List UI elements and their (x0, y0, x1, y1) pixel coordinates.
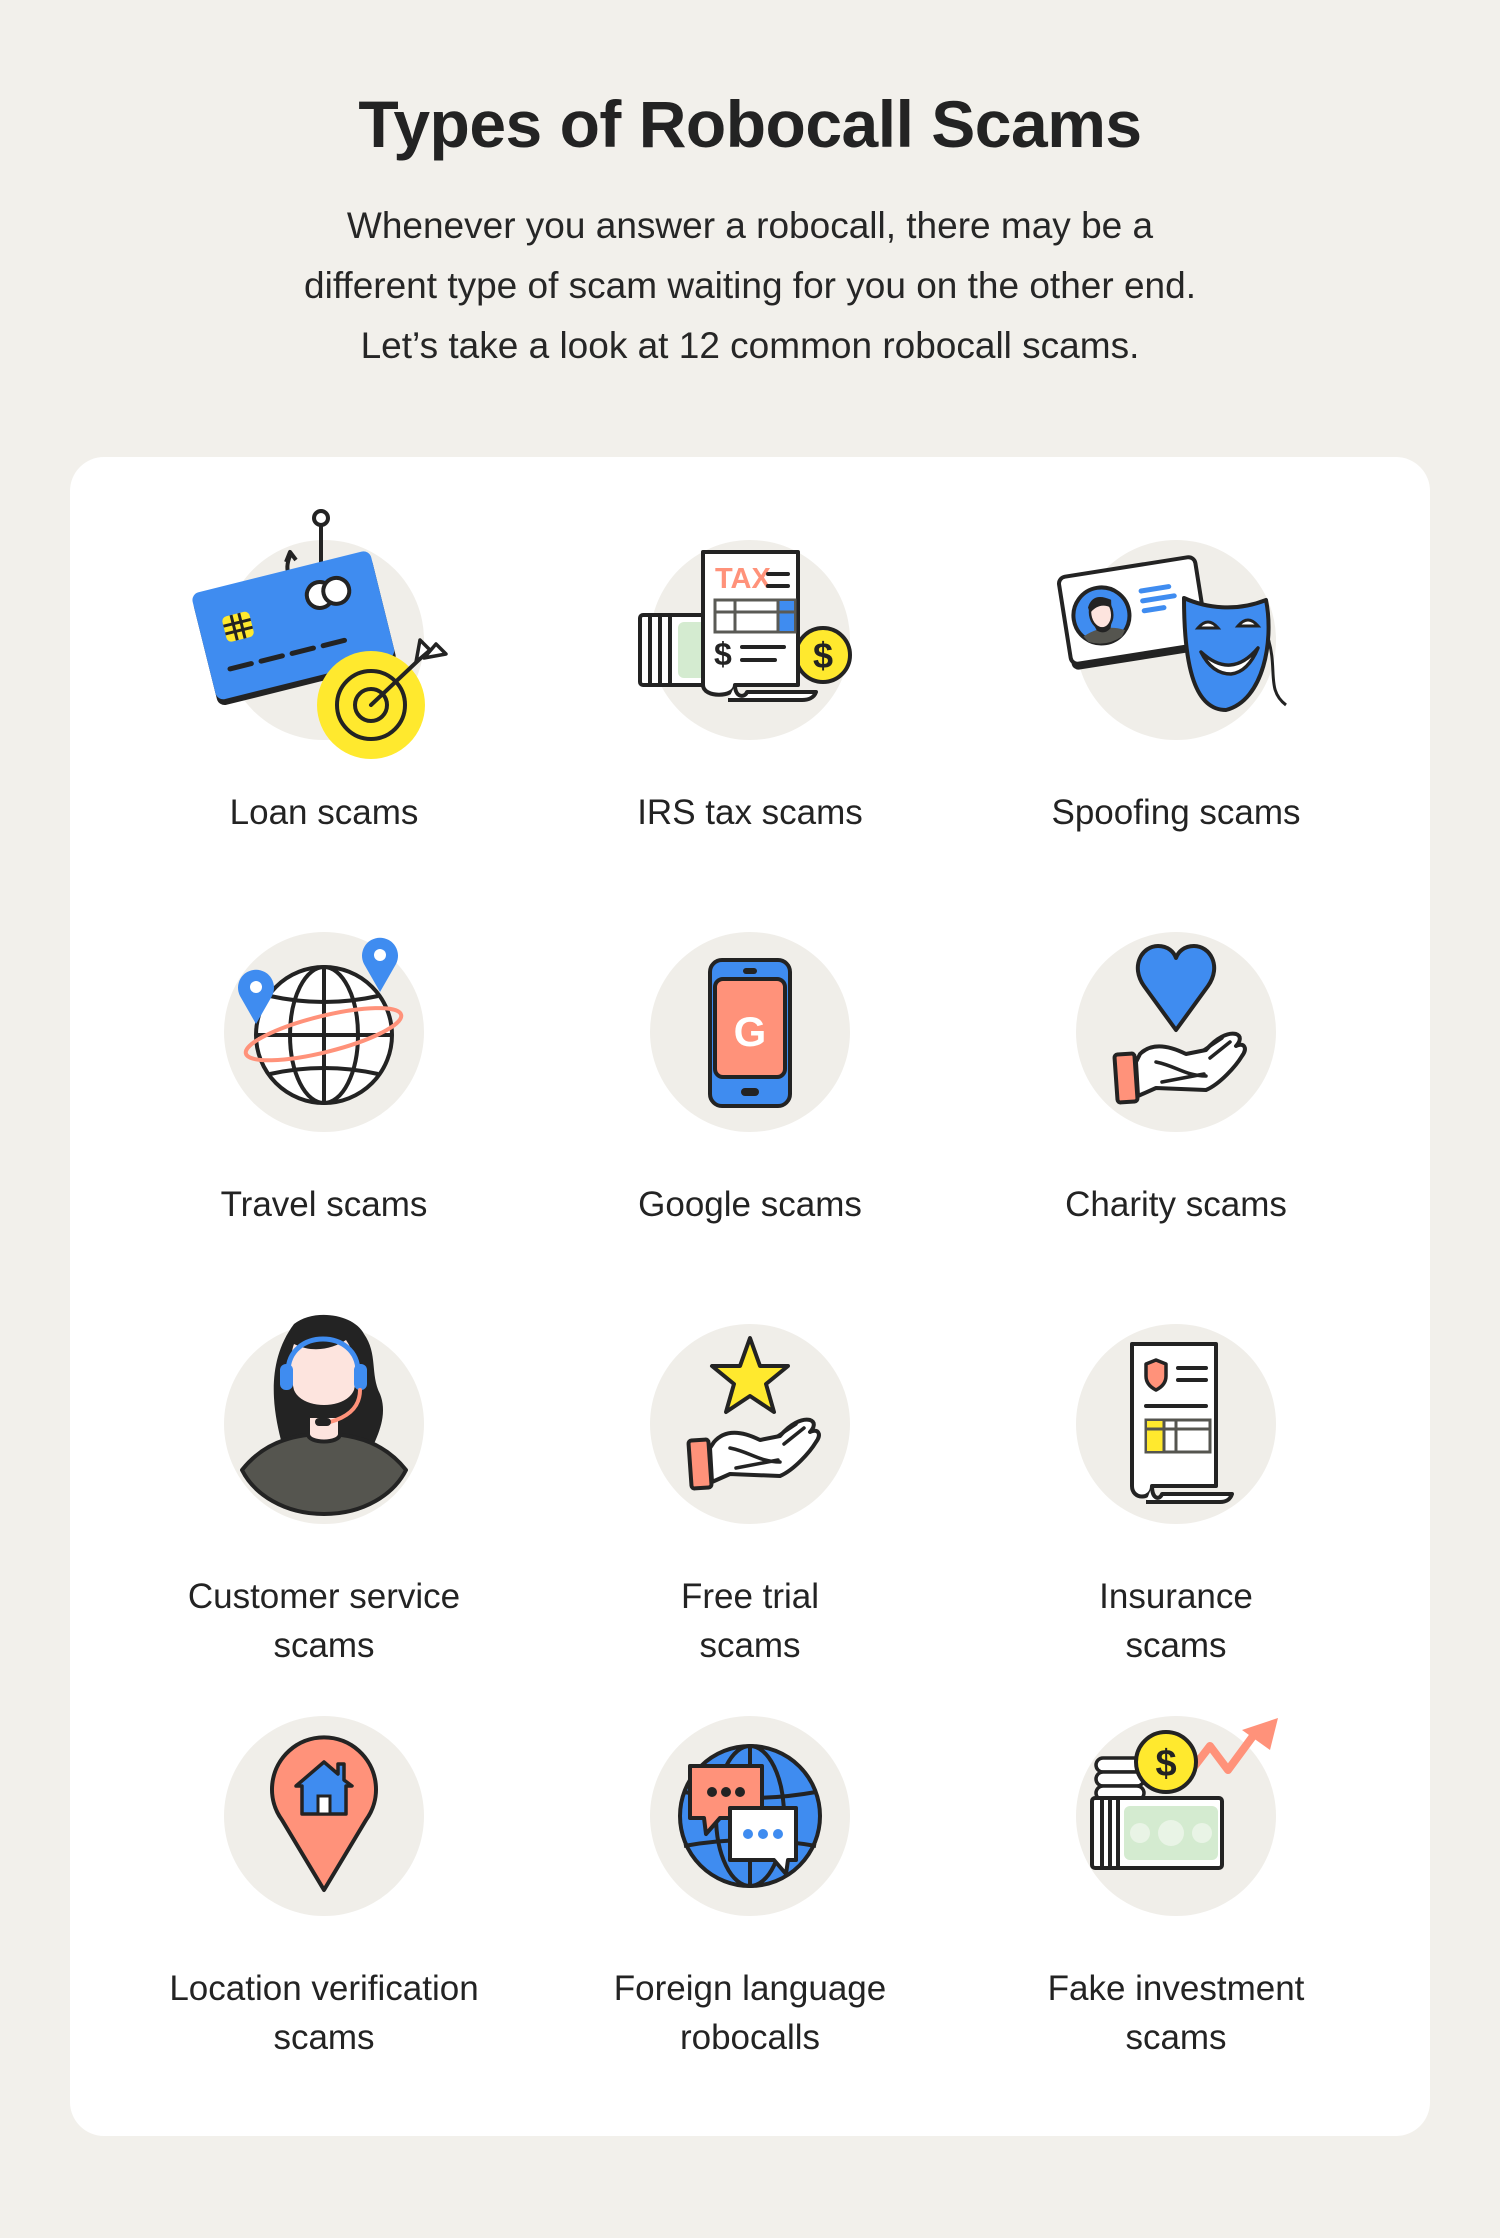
svg-text:G: G (734, 1008, 767, 1055)
scam-label-line: Fake investment (1047, 1969, 1305, 2008)
scam-label: Fake investment scams (976, 1964, 1376, 2062)
svg-text:$: $ (714, 636, 732, 672)
scam-label: IRS tax scams (550, 788, 950, 837)
scam-label-line: Free trial (680, 1577, 820, 1616)
scam-label: Charity scams (976, 1180, 1376, 1229)
page-title: Types of Robocall Scams (358, 87, 1142, 161)
scam-label-line: scams (699, 1626, 801, 1665)
id-card-mask-icon (1046, 510, 1306, 770)
phone-google-icon: G (620, 902, 880, 1162)
intro-line: Let’s take a look at 12 common robocall … (360, 325, 1140, 366)
scam-label: Spoofing scams (976, 788, 1376, 837)
intro-line: Whenever you answer a robocall, there ma… (346, 205, 1154, 246)
intro-text: Whenever you answer a robocall, there ma… (0, 196, 1500, 376)
scam-label-line: Loan scams (229, 793, 419, 832)
scam-label: Free trial scams (550, 1572, 950, 1670)
scam-label-line: Google scams (638, 1185, 862, 1224)
scam-label-line: Spoofing scams (1051, 793, 1301, 832)
scam-label-line: scams (273, 1626, 375, 1665)
scam-label-line: IRS tax scams (637, 793, 863, 832)
scam-label: Google scams (550, 1180, 950, 1229)
svg-text:TAX: TAX (715, 563, 772, 595)
scam-label: Location verification scams (124, 1964, 524, 2062)
scam-label-line: Customer service (187, 1577, 461, 1616)
scam-label: Travel scams (124, 1180, 524, 1229)
intro-line: different type of scam waiting for you o… (304, 265, 1196, 306)
scam-label-line: scams (1125, 1626, 1227, 1665)
scam-label-line: Foreign language (613, 1969, 887, 2008)
scam-label: Foreign language robocalls (550, 1964, 950, 2062)
coins-cash-growth-icon: $ (1046, 1686, 1306, 1946)
scam-label-line: Travel scams (220, 1185, 428, 1224)
globe-chat-bubbles-icon (620, 1686, 880, 1946)
hand-heart-icon (1046, 902, 1306, 1162)
credit-card-hook-target-icon (192, 509, 454, 770)
globe-location-pins-icon (194, 902, 454, 1162)
svg-text:$: $ (813, 635, 833, 676)
scam-label-line: scams (1125, 2018, 1227, 2057)
location-pin-house-icon (194, 1686, 454, 1946)
scam-label-line: Location verification (169, 1969, 479, 2008)
scam-label: Loan scams (124, 788, 524, 837)
svg-text:$: $ (1155, 1743, 1176, 1785)
hand-star-icon (620, 1294, 880, 1554)
scam-label: Customer service scams (124, 1572, 524, 1670)
scam-label: Insurance scams (976, 1572, 1376, 1670)
headset-agent-icon (194, 1294, 454, 1554)
scam-label-line: robocalls (679, 2018, 821, 2057)
tax-document-money-icon: $ TAX $ (620, 510, 880, 770)
scam-label-line: scams (273, 2018, 375, 2057)
scam-label-line: Charity scams (1065, 1185, 1287, 1224)
scam-label-line: Insurance (1099, 1577, 1253, 1616)
insurance-document-icon (1046, 1294, 1306, 1554)
